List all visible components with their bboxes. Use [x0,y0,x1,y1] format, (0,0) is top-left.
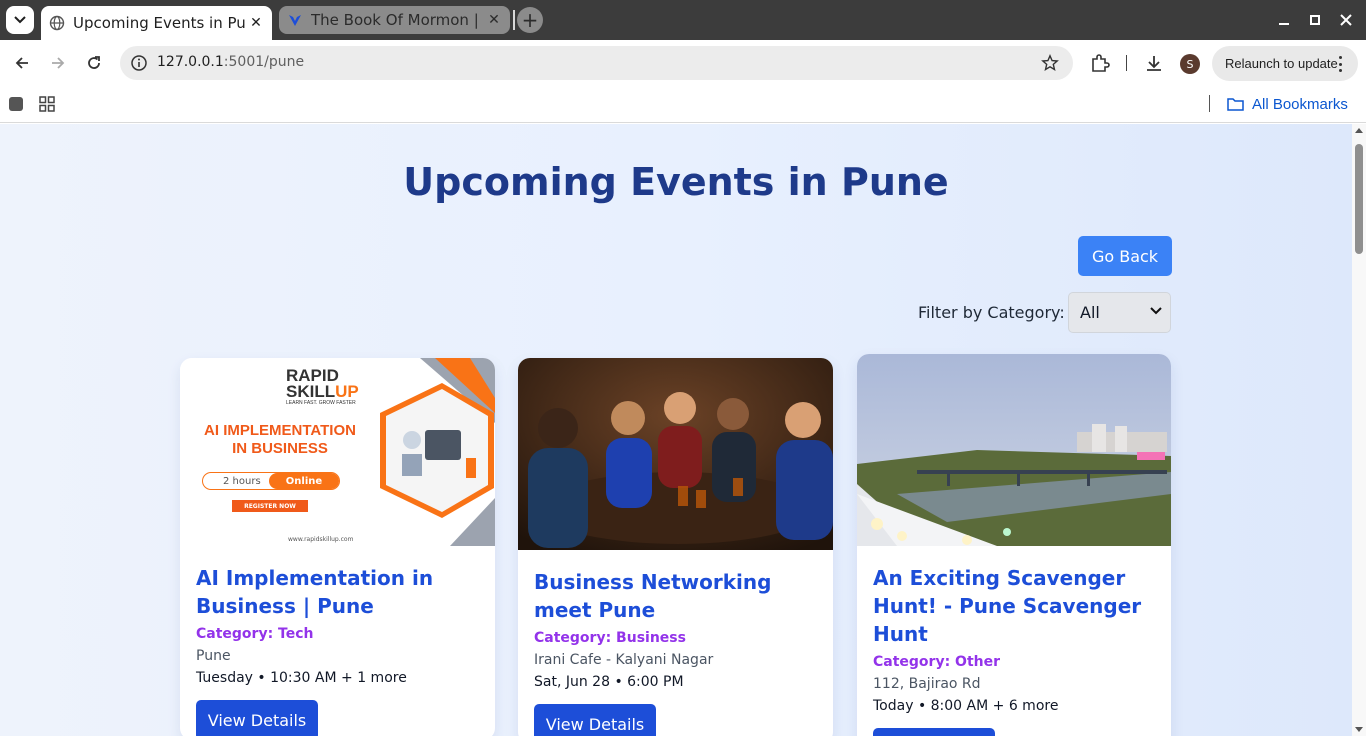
event-title[interactable]: Business Networking meet Pune [534,568,817,624]
page-scrollbar[interactable] [1352,124,1366,736]
event-category: Category: Other [873,654,1001,670]
bookmarks-separator [1209,95,1210,112]
folder-icon [1227,98,1244,111]
event-image[interactable] [857,354,1171,546]
close-icon[interactable]: ✕ [484,10,504,30]
image-duration: 2 hours [223,475,261,487]
tab-strip: Upcoming Events in Pune ✕ The Book Of Mo… [0,0,1366,40]
url-path: :5001/pune [223,54,305,70]
tab-title: The Book Of Mormon | [311,11,479,29]
download-icon[interactable] [1144,53,1164,73]
page-title: Upcoming Events in Pune [403,160,949,204]
image-headline-2: IN BUSINESS [232,440,328,457]
filter-selected-value: All [1080,303,1100,322]
scrollbar-thumb[interactable] [1355,144,1363,254]
profile-avatar[interactable]: S [1180,54,1200,74]
window-close-icon[interactable] [1334,8,1358,32]
info-icon[interactable] [130,54,148,72]
scroll-up-arrow-icon[interactable] [1355,128,1363,133]
bookmarks-bar: All Bookmarks [0,86,1366,123]
tab-divider [513,10,515,30]
view-details-button[interactable]: View Details [873,728,995,736]
view-details-button[interactable]: View Details [196,700,318,736]
browser-toolbar: 127.0.0.1:5001/pune S Relaunch to update [0,40,1366,86]
image-register-cta: REGISTER NOW [232,500,308,512]
apps-grid-icon[interactable] [38,95,56,113]
ticket-icon [287,12,303,28]
close-icon[interactable]: ✕ [246,13,266,33]
all-bookmarks-label: All Bookmarks [1252,95,1348,113]
event-category: Category: Business [534,630,686,646]
all-bookmarks-button[interactable]: All Bookmarks [1227,94,1348,114]
relaunch-label: Relaunch to update [1225,56,1338,71]
forward-icon[interactable] [45,50,71,76]
tab-book-of-mormon[interactable]: The Book Of Mormon | ✕ [279,6,510,34]
tab-title: Upcoming Events in Pune [73,14,246,32]
event-title[interactable]: An Exciting Scavenger Hunt! - Pune Scave… [873,564,1155,648]
chevron-down-icon [14,16,26,24]
event-image[interactable] [518,358,833,550]
brand-line2-accent: UP [335,382,359,401]
view-details-button[interactable]: View Details [534,704,656,736]
event-time: Today • 8:00 AM + 6 more [873,698,1059,714]
event-title[interactable]: AI Implementation in Business | Pune [196,564,479,620]
image-headline-1: AI IMPLEMENTATION [204,422,356,439]
back-icon[interactable] [9,50,35,76]
chevron-down-icon [1150,307,1162,315]
brand-tagline: LEARN FAST. GROW FASTER [286,400,356,406]
category-filter-select[interactable]: All [1068,292,1171,333]
image-mode: Online [269,473,339,489]
image-site: www.rapidskillup.com [288,536,354,543]
square-app-icon[interactable] [7,95,25,113]
brand-line2: SKILL [286,382,336,401]
minimize-icon[interactable] [1272,8,1296,32]
bookmark-star-icon[interactable] [1041,54,1059,72]
event-card: An Exciting Scavenger Hunt! - Pune Scave… [857,354,1171,736]
globe-icon [49,15,65,31]
url-text[interactable]: 127.0.0.1:5001/pune [157,54,304,70]
event-time: Sat, Jun 28 • 6:00 PM [534,674,684,690]
restore-icon[interactable] [1303,8,1327,32]
event-card: Business Networking meet Pune Category: … [518,358,833,736]
event-location: 112, Bajirao Rd [873,676,981,692]
relaunch-button[interactable]: Relaunch to update [1212,46,1358,81]
event-location: Irani Cafe - Kalyani Nagar [534,652,714,668]
tab-upcoming-events[interactable]: Upcoming Events in Pune ✕ [41,6,272,40]
new-tab-button[interactable]: + [517,7,543,33]
event-card: RAPID SKILLUP LEARN FAST. GROW FASTER AI… [180,358,495,736]
page-viewport: Upcoming Events in Pune Go Back Filter b… [0,124,1352,736]
filter-label: Filter by Category: [918,303,1065,322]
more-menu-icon[interactable] [1332,55,1348,73]
url-host: 127.0.0.1 [157,54,224,70]
event-image[interactable]: RAPID SKILLUP LEARN FAST. GROW FASTER AI… [180,358,495,546]
extensions-icon[interactable] [1090,53,1110,73]
reload-icon[interactable] [81,50,107,76]
address-bar[interactable]: 127.0.0.1:5001/pune [120,46,1073,80]
event-time: Tuesday • 10:30 AM + 1 more [196,670,407,686]
scroll-down-arrow-icon[interactable] [1355,727,1363,732]
go-back-button[interactable]: Go Back [1078,236,1172,276]
event-category: Category: Tech [196,626,314,642]
event-location: Pune [196,648,231,664]
tab-search-button[interactable] [6,6,34,34]
toolbar-separator [1126,55,1127,71]
